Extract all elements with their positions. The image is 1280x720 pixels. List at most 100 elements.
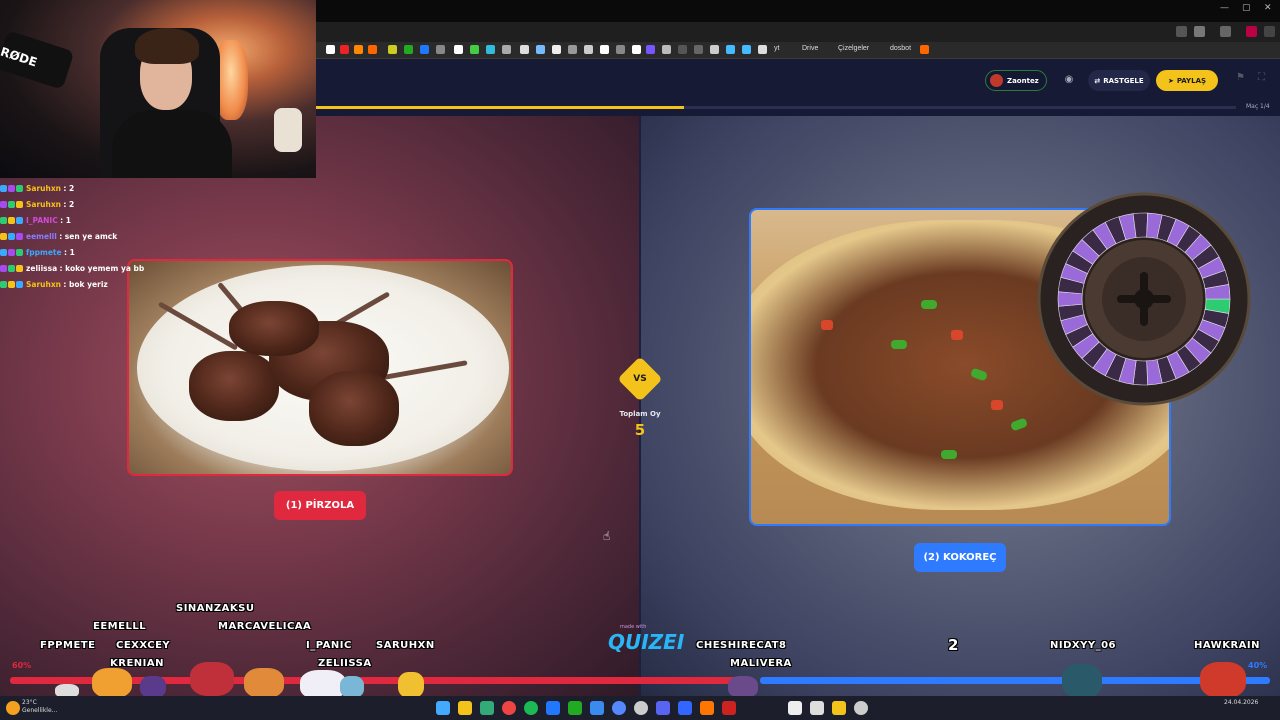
bookmark-icon[interactable] bbox=[726, 45, 735, 54]
bookmark-icon[interactable] bbox=[568, 45, 577, 54]
edge-icon[interactable] bbox=[590, 701, 604, 715]
mouse-cursor: ☝ bbox=[603, 529, 611, 543]
chat-badge-icon bbox=[8, 232, 15, 240]
minimize-icon[interactable]: — bbox=[1220, 3, 1229, 13]
shirt bbox=[112, 110, 232, 178]
star-icon[interactable] bbox=[1194, 26, 1205, 37]
chat-username[interactable]: eemelll bbox=[26, 232, 57, 241]
random-button-label: RASTGELE bbox=[1103, 76, 1144, 85]
window-titlebar: — ▢ ✕ bbox=[316, 0, 1280, 22]
close-icon[interactable]: ✕ bbox=[1264, 3, 1272, 13]
chat-username[interactable]: Saruhxn bbox=[26, 200, 61, 209]
bookmark-icon[interactable] bbox=[486, 45, 495, 54]
viewer-name: CHESHIRECAT8 bbox=[696, 640, 787, 651]
bookmark-icon[interactable] bbox=[502, 45, 511, 54]
photoshop-icon[interactable] bbox=[678, 701, 692, 715]
eye-icon[interactable]: ◉ bbox=[1060, 71, 1078, 89]
app-icon[interactable] bbox=[788, 701, 802, 715]
chat-badge-icon bbox=[8, 184, 15, 192]
lamb-chop bbox=[229, 301, 319, 356]
fullscreen-icon[interactable]: ⛶ bbox=[1258, 72, 1265, 83]
profile-icon[interactable] bbox=[1246, 26, 1257, 37]
tomato bbox=[821, 320, 833, 330]
settings-icon[interactable] bbox=[854, 701, 868, 715]
viewer-name: NIDXYY_06 bbox=[1050, 640, 1116, 651]
chat-username[interactable]: Saruhxn bbox=[26, 184, 61, 193]
app-icon[interactable] bbox=[832, 701, 846, 715]
app-icon[interactable] bbox=[612, 701, 626, 715]
streamer-webcam: RØDE bbox=[0, 0, 316, 178]
chat-username[interactable]: fppmete bbox=[26, 248, 62, 257]
viewer-name: CEXXCEY bbox=[116, 640, 171, 651]
app-icon[interactable] bbox=[722, 701, 736, 715]
bookmark-icon[interactable] bbox=[742, 45, 751, 54]
maximize-icon[interactable]: ▢ bbox=[1242, 3, 1251, 13]
user-chip[interactable]: Zaontez bbox=[985, 70, 1047, 91]
bookmark-icon[interactable] bbox=[470, 45, 479, 54]
bookmark-icon[interactable] bbox=[710, 45, 719, 54]
chat-username[interactable]: Saruhxn bbox=[26, 280, 61, 289]
bookmark-folder-cizelgeler[interactable]: Çizelgeler bbox=[838, 45, 869, 52]
bookmark-icon[interactable] bbox=[632, 45, 641, 54]
bookmark-icon[interactable] bbox=[920, 45, 929, 54]
translate-icon[interactable] bbox=[1176, 26, 1187, 37]
hair bbox=[135, 28, 199, 64]
chat-overlay: Saruhxn : 2 Saruhxn : 2 I_PANIC : 1 eemelll… bbox=[0, 180, 160, 292]
bookmark-icon[interactable] bbox=[404, 45, 413, 54]
bookmark-icon[interactable] bbox=[388, 45, 397, 54]
menu-icon[interactable] bbox=[1264, 26, 1275, 37]
sprite bbox=[244, 668, 284, 698]
bookmark-icon[interactable] bbox=[694, 45, 703, 54]
chat-username[interactable]: zeliissa bbox=[26, 264, 57, 273]
bookmark-icon[interactable] bbox=[536, 45, 545, 54]
bookmark-icon[interactable] bbox=[678, 45, 687, 54]
bookmark-icon[interactable] bbox=[420, 45, 429, 54]
screen: — ▢ ✕ yt Drive Çizelgeler dosbot Zaontez… bbox=[0, 0, 1280, 720]
bookmark-folder-drive[interactable]: Drive bbox=[802, 45, 818, 52]
steam-icon[interactable] bbox=[546, 701, 560, 715]
flag-icon[interactable]: ⚑ bbox=[1236, 72, 1245, 83]
start-icon[interactable] bbox=[436, 701, 450, 715]
bookmark-icon[interactable] bbox=[758, 45, 767, 54]
pepper bbox=[891, 340, 907, 349]
chat-message: Saruhxn : bok yeriz bbox=[0, 276, 160, 292]
chat-badge-icon bbox=[8, 200, 15, 208]
bookmark-icon[interactable] bbox=[368, 45, 377, 54]
illustrator-icon[interactable] bbox=[700, 701, 714, 715]
bookmark-icon[interactable] bbox=[340, 45, 349, 54]
bookmark-icon[interactable] bbox=[584, 45, 593, 54]
sprite bbox=[92, 668, 132, 698]
option-1-button[interactable]: (1) PİRZOLA bbox=[274, 491, 366, 520]
chrome-icon[interactable] bbox=[502, 701, 516, 715]
weather-icon[interactable] bbox=[6, 701, 20, 715]
option-1-image[interactable] bbox=[127, 259, 513, 476]
chat-badge-icon bbox=[8, 280, 15, 288]
bookmark-icon[interactable] bbox=[326, 45, 335, 54]
chat-badge-icon bbox=[8, 264, 15, 272]
bookmark-dosbot[interactable]: dosbot bbox=[890, 45, 911, 52]
discord-icon[interactable] bbox=[656, 701, 670, 715]
chat-username[interactable]: I_PANIC bbox=[26, 216, 58, 225]
option-2-button[interactable]: (2) KOKOREÇ bbox=[914, 543, 1006, 572]
xbox-icon[interactable] bbox=[568, 701, 582, 715]
bookmark-icon[interactable] bbox=[662, 45, 671, 54]
bookmark-icon[interactable] bbox=[354, 45, 363, 54]
bookmark-icon[interactable] bbox=[520, 45, 529, 54]
bookmark-icon[interactable] bbox=[600, 45, 609, 54]
bookmark-icon[interactable] bbox=[646, 45, 655, 54]
bookmark-icon[interactable] bbox=[436, 45, 445, 54]
bookmark-folder-yt[interactable]: yt bbox=[774, 45, 779, 52]
extensions-icon[interactable] bbox=[1220, 26, 1231, 37]
bookmark-icon[interactable] bbox=[454, 45, 463, 54]
spotify-icon[interactable] bbox=[524, 701, 538, 715]
folder-icon[interactable] bbox=[458, 701, 472, 715]
app-icon[interactable] bbox=[480, 701, 494, 715]
system-clock[interactable]: 24.04.2026 bbox=[1224, 699, 1258, 707]
bookmark-icon[interactable] bbox=[616, 45, 625, 54]
share-button[interactable]: ➤ PAYLAŞ bbox=[1156, 70, 1218, 91]
random-button[interactable]: ⇄ RASTGELE bbox=[1088, 70, 1150, 91]
weather-widget[interactable]: 23°C Genellikle... bbox=[22, 699, 57, 715]
app-icon[interactable] bbox=[810, 701, 824, 715]
bookmark-icon[interactable] bbox=[552, 45, 561, 54]
app-icon[interactable] bbox=[634, 701, 648, 715]
